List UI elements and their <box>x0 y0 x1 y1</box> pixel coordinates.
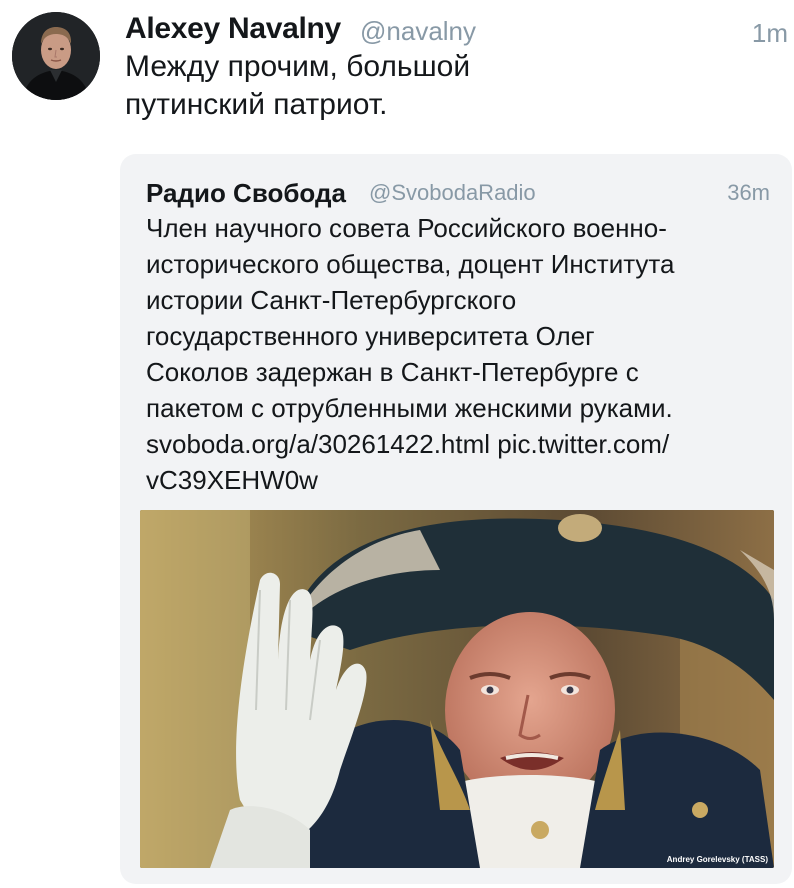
tweet-text-line: Между прочим, большой <box>125 50 471 83</box>
tweet[interactable]: Alexey Navalny @navalny 1m Между прочим,… <box>0 0 794 888</box>
tweet-text: Между прочим, большой путинский патриот. <box>125 48 725 124</box>
tweet-timestamp[interactable]: 1m <box>752 14 788 52</box>
quoted-text-line: Член научного совета Российского военно- <box>146 213 667 243</box>
quoted-tweet-text: Член научного совета Российского военно-… <box>146 210 776 498</box>
quoted-text-line: исторического общества, доцент Института <box>146 249 675 279</box>
quoted-author-name[interactable]: Радио Свобода <box>146 176 346 210</box>
author-handle[interactable]: @navalny <box>360 12 476 50</box>
quoted-link-line[interactable]: svoboda.org/a/30261422.html pic.twitter.… <box>146 426 776 462</box>
author-name[interactable]: Alexey Navalny <box>125 10 341 48</box>
quoted-link-line[interactable]: vC39XEHW0w <box>146 462 776 498</box>
quoted-text-line: Соколов задержан в Санкт-Петербурге с <box>146 357 639 387</box>
quoted-text-line: истории Санкт-Петербургского <box>146 285 517 315</box>
quoted-text-line: государственного университета Олег <box>146 321 595 351</box>
avatar[interactable] <box>12 12 100 100</box>
quoted-text-line: пакетом с отрубленными женскими руками. <box>146 393 673 423</box>
quoted-tweet-image[interactable]: Andrey Gorelevsky (TASS) <box>140 510 774 868</box>
tweet-header: Alexey Navalny @navalny 1m <box>125 10 790 50</box>
image-credit: Andrey Gorelevsky (TASS) <box>666 855 768 864</box>
quoted-timestamp[interactable]: 36m <box>727 176 770 210</box>
quoted-author-handle[interactable]: @SvobodaRadio <box>369 176 536 210</box>
quoted-tweet-card[interactable]: Радио Свобода @SvobodaRadio 36m Член нау… <box>120 154 792 884</box>
tweet-text-line: путинский патриот. <box>125 88 388 121</box>
